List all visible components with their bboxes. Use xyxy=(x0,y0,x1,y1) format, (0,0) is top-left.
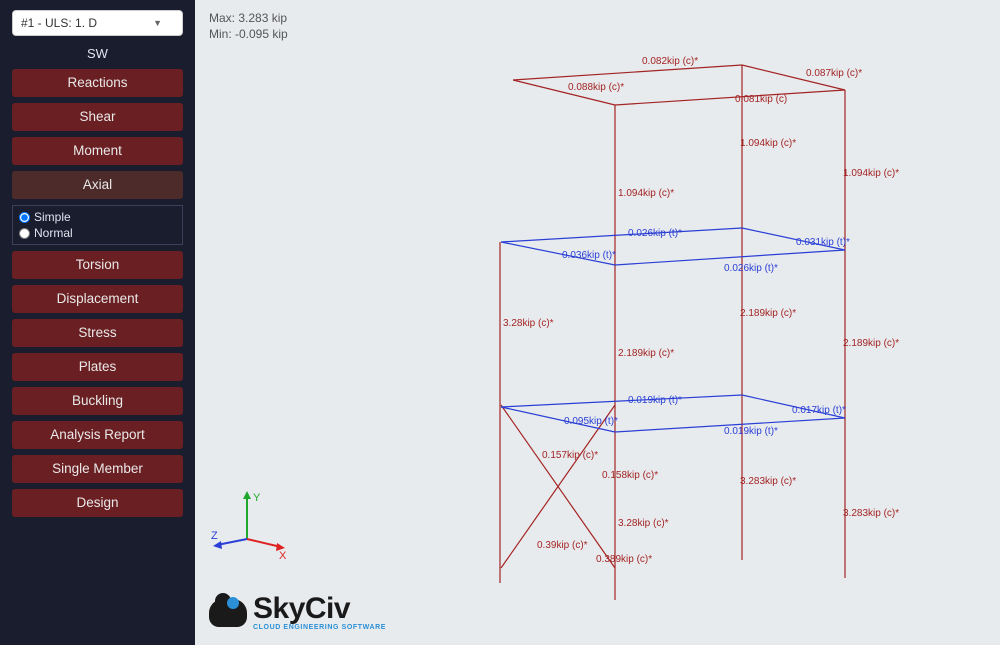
svg-text:X: X xyxy=(279,550,287,559)
force-annotation: 0.389kip (c)* xyxy=(596,554,652,565)
force-annotation: 2.189kip (c)* xyxy=(740,308,796,319)
sidebar: #1 - ULS: 1. D ▼ SW Reactions Shear Mome… xyxy=(0,0,195,645)
buckling-button[interactable]: Buckling xyxy=(12,387,183,415)
structure-wireframe xyxy=(195,0,1000,645)
force-annotation: 0.157kip (c)* xyxy=(542,450,598,461)
radio-normal-label: Normal xyxy=(34,226,73,240)
radio-simple[interactable]: Simple xyxy=(19,210,176,224)
stress-button[interactable]: Stress xyxy=(12,319,183,347)
svg-text:Y: Y xyxy=(253,492,261,504)
single-member-button[interactable]: Single Member xyxy=(12,455,183,483)
force-annotation: 0.019kip (t)* xyxy=(724,426,778,437)
load-case-select[interactable]: #1 - ULS: 1. D ▼ xyxy=(12,10,183,36)
cloud-icon xyxy=(209,599,247,627)
force-annotation: 1.094kip (c)* xyxy=(618,188,674,199)
chevron-down-icon: ▼ xyxy=(153,18,162,28)
skyciv-logo: SkyCiv CLOUD ENGINEERING SOFTWARE xyxy=(209,594,386,631)
stat-max: Max: 3.283 kip xyxy=(209,10,288,26)
force-annotation: 1.094kip (c)* xyxy=(740,138,796,149)
axial-mode-group: Simple Normal xyxy=(12,205,183,245)
torsion-button[interactable]: Torsion xyxy=(12,251,183,279)
axes-gizmo: Y X Z xyxy=(209,489,289,559)
displacement-button[interactable]: Displacement xyxy=(12,285,183,313)
force-annotation: 2.189kip (c)* xyxy=(618,348,674,359)
force-annotation: 3.28kip (c)* xyxy=(618,518,669,529)
viewport-3d[interactable]: Max: 3.283 kip Min: -0.095 kip xyxy=(195,0,1000,645)
shear-button[interactable]: Shear xyxy=(12,103,183,131)
logo-name: SkyCiv xyxy=(253,594,386,624)
design-button[interactable]: Design xyxy=(12,489,183,517)
force-annotation: 0.081kip (c) xyxy=(735,94,787,105)
radio-normal-input[interactable] xyxy=(19,228,30,239)
force-annotation: 0.036kip (t)* xyxy=(562,250,616,261)
force-annotation: 0.088kip (c)* xyxy=(568,82,624,93)
radio-simple-input[interactable] xyxy=(19,212,30,223)
radio-normal[interactable]: Normal xyxy=(19,226,176,240)
force-annotation: 0.39kip (c)* xyxy=(537,540,588,551)
svg-text:Z: Z xyxy=(211,530,218,542)
force-annotation: 0.026kip (t)* xyxy=(724,263,778,274)
force-annotation: 3.28kip (c)* xyxy=(503,318,554,329)
force-annotation: 2.189kip (c)* xyxy=(843,338,899,349)
radio-simple-label: Simple xyxy=(34,210,71,224)
analysis-report-button[interactable]: Analysis Report xyxy=(12,421,183,449)
force-annotation: 3.283kip (c)* xyxy=(740,476,796,487)
force-annotation: 0.158kip (c)* xyxy=(602,470,658,481)
force-annotation: 0.082kip (c)* xyxy=(642,56,698,67)
stats-panel: Max: 3.283 kip Min: -0.095 kip xyxy=(209,10,288,42)
moment-button[interactable]: Moment xyxy=(12,137,183,165)
force-annotation: 0.019kip (t)* xyxy=(628,395,682,406)
axial-button[interactable]: Axial xyxy=(12,171,183,199)
plates-button[interactable]: Plates xyxy=(12,353,183,381)
logo-subtitle: CLOUD ENGINEERING SOFTWARE xyxy=(253,624,386,631)
reactions-button[interactable]: Reactions xyxy=(12,69,183,97)
force-annotation: 0.087kip (c)* xyxy=(806,68,862,79)
force-annotation: 3.283kip (c)* xyxy=(843,508,899,519)
load-case-value: #1 - ULS: 1. D xyxy=(21,16,97,30)
force-annotation: 1.094kip (c)* xyxy=(843,168,899,179)
force-annotation: 0.031kip (t)* xyxy=(796,237,850,248)
stat-min: Min: -0.095 kip xyxy=(209,26,288,42)
sw-label: SW xyxy=(12,46,183,61)
force-annotation: 0.017kip (t)* xyxy=(792,405,846,416)
force-annotation: 0.026kip (t)* xyxy=(628,228,682,239)
force-annotation: 0.095kip (t)* xyxy=(564,416,618,427)
